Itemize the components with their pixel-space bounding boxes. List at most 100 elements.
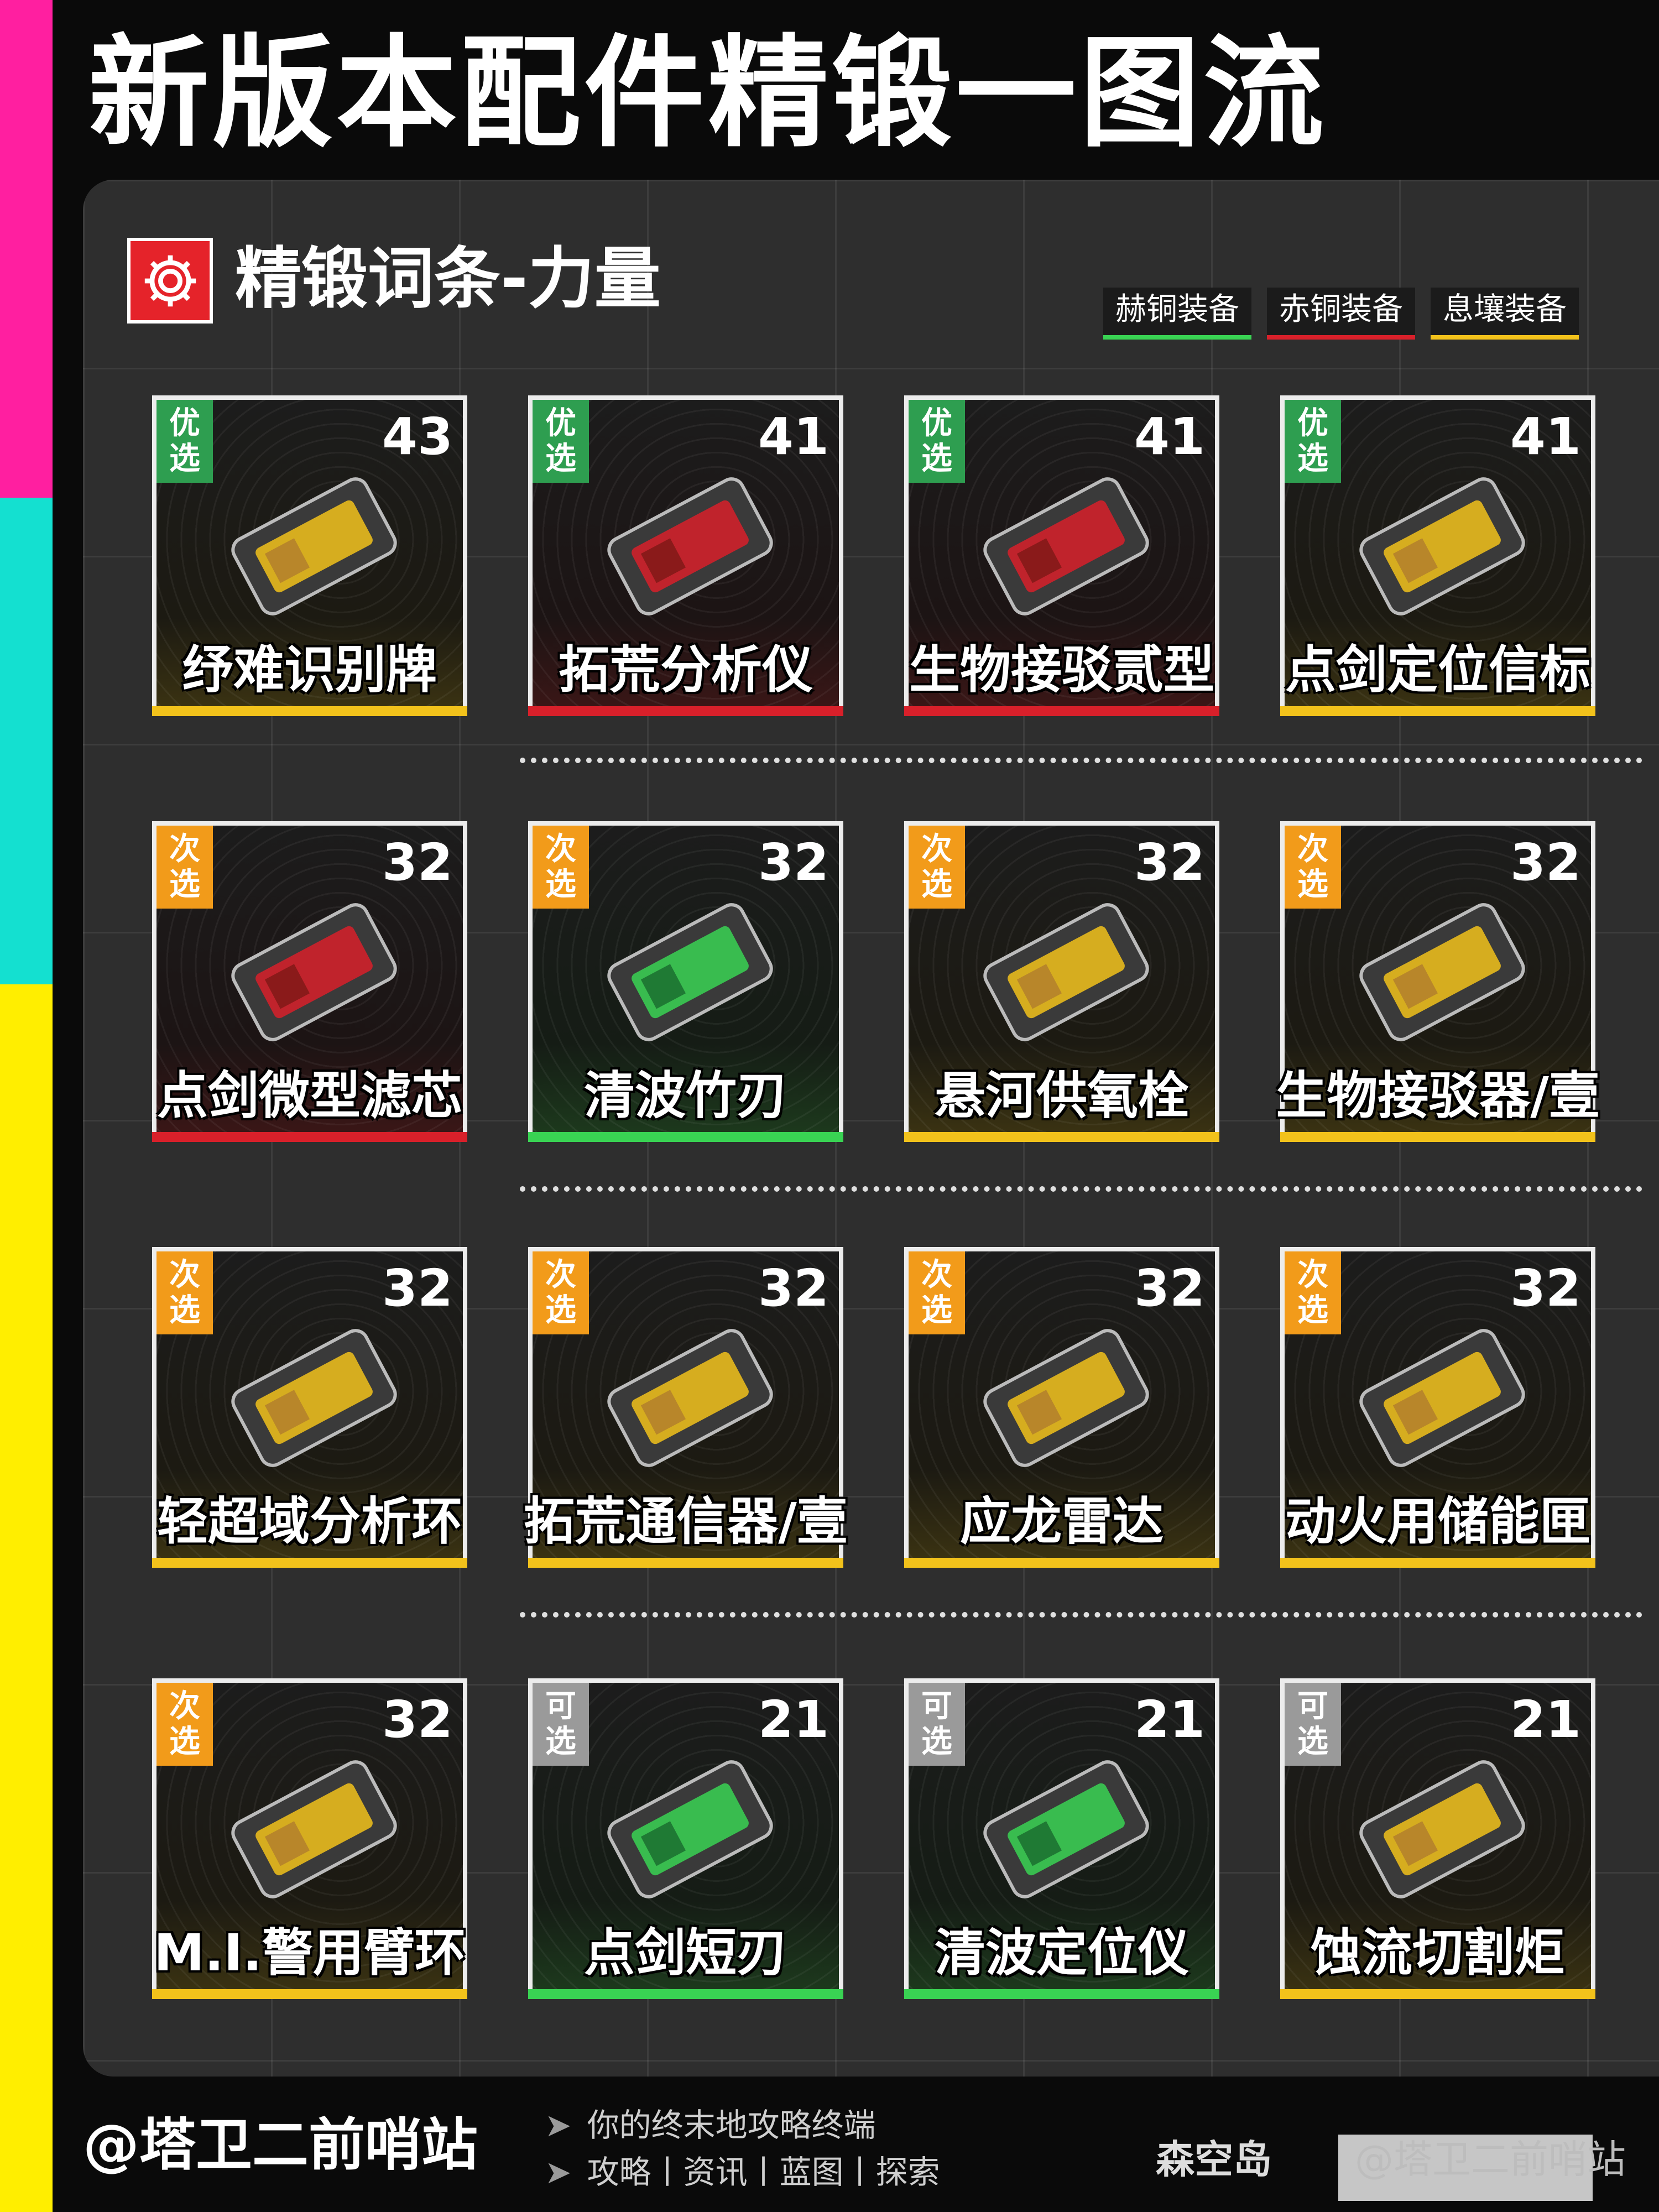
footer-tagline: ➤ 你的终末地攻略终端 (545, 2106, 876, 2144)
row-divider (520, 1612, 1642, 1618)
tier-badge-char: 次 (1297, 1257, 1328, 1293)
grade-bar (528, 1989, 843, 1999)
tier-badge-char: 可 (921, 1688, 952, 1724)
tier-badge-char: 优 (545, 405, 576, 441)
grade-bar (1280, 1989, 1595, 1999)
left-color-strip-yellow (0, 984, 53, 2212)
item-card: 次选 32 应龙雷达 (904, 1247, 1219, 1568)
item-card: 次选 32 生物接驳器/壹 (1276, 821, 1600, 1142)
tier-badge-char: 可 (545, 1688, 576, 1724)
analyzer-icon (607, 477, 773, 615)
radar-icon (983, 1329, 1149, 1467)
left-color-strip-cyan (0, 498, 53, 984)
grade-bar (1280, 1558, 1595, 1568)
item-card: 优选 43 纾难识别牌 (152, 395, 467, 716)
item-card: 次选 32 M.I.警用臂环 (152, 1678, 467, 1999)
row-divider (520, 1186, 1642, 1192)
item-card: 可选 21 蚀流切割炬 (1280, 1678, 1595, 1999)
tier-badge-char: 优 (1297, 405, 1328, 441)
grade-bar (904, 1989, 1219, 1999)
tier-badge-char: 次 (169, 831, 200, 867)
legend-item-gold: 息壤装备 (1431, 288, 1579, 340)
grade-bar (152, 706, 467, 716)
locator-icon (983, 1760, 1149, 1898)
gear-icon (127, 238, 213, 324)
item-name: 轻超域分析环 (156, 1492, 462, 1551)
item-card: 次选 32 点剑微型滤芯 (152, 821, 467, 1142)
item-name: 生物接驳贰型 (909, 640, 1214, 700)
grade-bar (528, 1132, 843, 1142)
grade-bar (1280, 1132, 1595, 1142)
item-name: 清波定位仪 (934, 1923, 1189, 1983)
item-name: 清波竹刃 (583, 1066, 787, 1125)
grade-bar (904, 1558, 1219, 1568)
tier-badge-char: 次 (545, 1257, 576, 1293)
item-card: 优选 41 点剑定位信标 (1280, 395, 1595, 716)
item-name: M.I.警用臂环 (154, 1923, 466, 1983)
item-name: 悬河供氧栓 (934, 1066, 1189, 1125)
battery-box-icon (1359, 1329, 1525, 1467)
item-name: 点剑短刃 (583, 1923, 787, 1983)
grade-bar (528, 1558, 843, 1568)
grade-bar (528, 706, 843, 716)
bio-connector-icon (1359, 903, 1525, 1041)
item-name: 动火用储能匣 (1285, 1492, 1590, 1551)
footer-categories: ➤ 攻略丨资讯丨蓝图丨探索 (545, 2153, 940, 2191)
arrow-icon: ➤ (545, 2153, 572, 2191)
tier-badge-char: 可 (1297, 1688, 1328, 1724)
item-name: 纾难识别牌 (182, 640, 437, 700)
knife-icon (607, 1760, 773, 1898)
item-card: 次选 32 悬河供氧栓 (904, 821, 1219, 1142)
arrow-icon: ➤ (545, 2106, 572, 2144)
footer-watermark: @塔卫二前哨站 (1355, 2137, 1626, 2182)
bamboo-blade-icon (607, 903, 773, 1041)
row-divider (520, 758, 1642, 763)
communicator-icon (607, 1329, 773, 1467)
armband-icon (231, 1760, 397, 1898)
grade-bar (152, 1132, 467, 1142)
grade-bar (152, 1989, 467, 1999)
footer-handle: @塔卫二前哨站 (83, 2112, 478, 2178)
tier-badge-char: 次 (921, 831, 952, 867)
bio-connector-icon (983, 477, 1149, 615)
item-card: 优选 41 拓荒分析仪 (528, 395, 843, 716)
section-title: 精锻词条-力量 (235, 241, 661, 317)
grade-legend: 赫铜装备 赤铜装备 息壤装备 (1103, 288, 1579, 340)
page-title: 新版本配件精锻一图流 (88, 24, 1327, 164)
item-card: 次选 32 拓荒通信器/壹 (524, 1247, 848, 1568)
badge-icon (231, 477, 397, 615)
item-name: 点剑定位信标 (1285, 640, 1590, 700)
item-name: 拓荒通信器/壹 (524, 1492, 848, 1551)
footer-brand: 森空岛 (1156, 2137, 1272, 2182)
tier-badge-char: 优 (169, 405, 200, 441)
grade-bar (152, 1558, 467, 1568)
tier-badge-char: 优 (921, 405, 952, 441)
legend-item-red: 赤铜装备 (1267, 288, 1415, 340)
item-name: 点剑微型滤芯 (156, 1066, 462, 1125)
tier-badge-char: 次 (1297, 831, 1328, 867)
tier-badge-char: 次 (169, 1257, 200, 1293)
item-name: 生物接驳器/壹 (1276, 1066, 1600, 1125)
item-card: 次选 32 清波竹刃 (528, 821, 843, 1142)
legend-item-green: 赫铜装备 (1103, 288, 1251, 340)
grade-bar (1280, 706, 1595, 716)
item-name: 蚀流切割炬 (1310, 1923, 1565, 1983)
item-card: 次选 32 动火用储能匣 (1280, 1247, 1595, 1568)
item-card: 次选 32 轻超域分析环 (152, 1247, 467, 1568)
item-name: 拓荒分析仪 (558, 640, 813, 700)
tier-badge-char: 次 (921, 1257, 952, 1293)
grade-bar (904, 706, 1219, 716)
left-color-strip-pink (0, 0, 53, 498)
item-card: 可选 21 清波定位仪 (904, 1678, 1219, 1999)
filter-icon (231, 903, 397, 1041)
item-name: 应龙雷达 (959, 1492, 1164, 1551)
tier-badge-char: 次 (545, 831, 576, 867)
beacon-icon (1359, 477, 1525, 615)
item-card: 可选 21 点剑短刃 (528, 1678, 843, 1999)
oxygen-tank-icon (983, 903, 1149, 1041)
grade-bar (904, 1132, 1219, 1142)
item-card: 优选 41 生物接驳贰型 (904, 395, 1219, 716)
cutting-torch-icon (1359, 1760, 1525, 1898)
headband-icon (231, 1329, 397, 1467)
tier-badge-char: 次 (169, 1688, 200, 1724)
